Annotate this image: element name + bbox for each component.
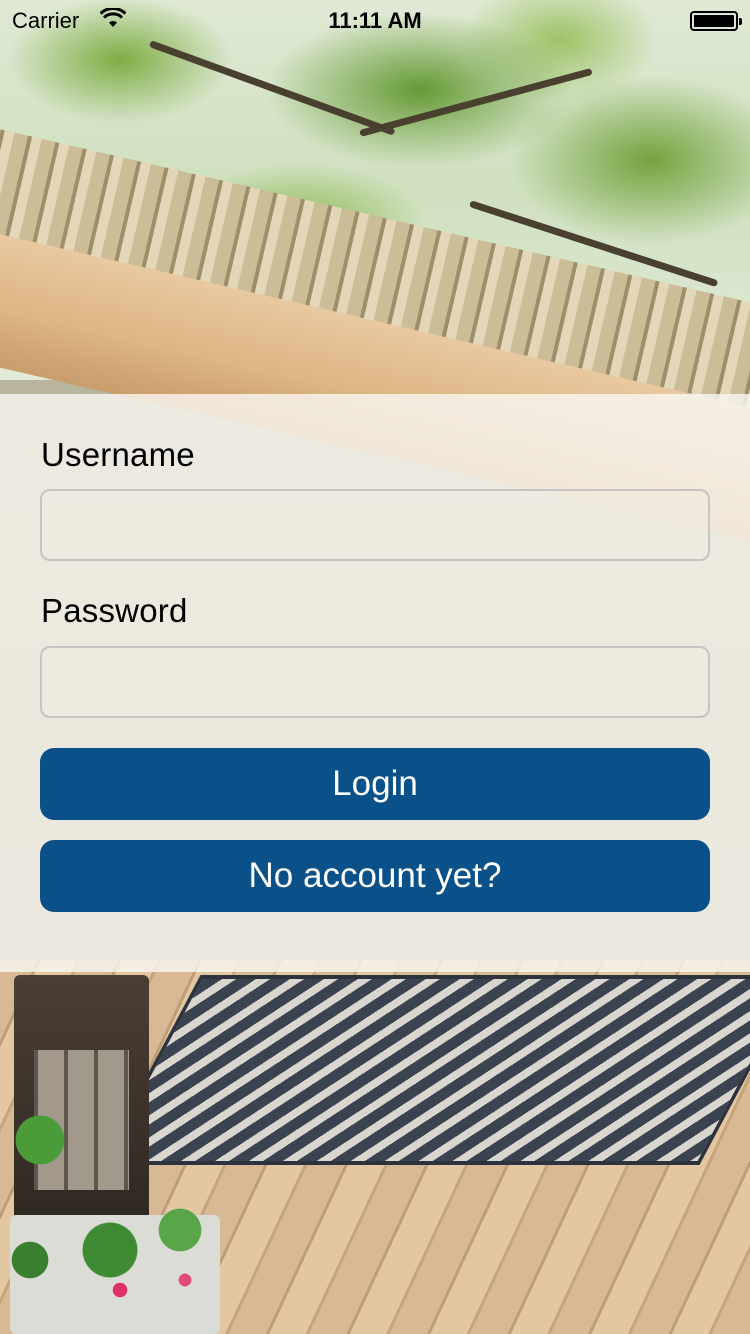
username-input[interactable] [40,489,710,561]
battery-icon [690,11,742,31]
status-bar: Carrier 11:11 AM [0,0,750,40]
flower-plant [0,1080,240,1334]
username-label: Username [41,436,195,473]
password-input[interactable] [40,646,710,718]
status-time: 11:11 AM [328,8,422,33]
password-label: Password [41,592,188,629]
no-account-button[interactable]: No account yet? [40,840,710,912]
login-button[interactable]: Login [40,748,710,820]
